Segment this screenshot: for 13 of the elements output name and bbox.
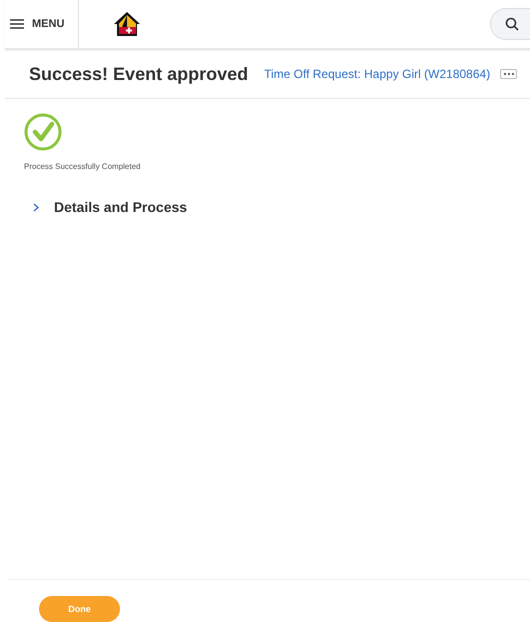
search-button[interactable] bbox=[490, 8, 530, 40]
status-text: Process Successfully Completed bbox=[24, 162, 142, 171]
page-title: Success! Event approved bbox=[29, 64, 248, 84]
house-logo-icon[interactable] bbox=[112, 10, 142, 38]
details-toggle[interactable]: Details and Process bbox=[24, 199, 188, 215]
search-icon bbox=[505, 17, 519, 31]
request-link[interactable]: Time Off Request: Happy Girl (W2180864) bbox=[264, 67, 490, 81]
menu-icon bbox=[10, 19, 24, 29]
more-button[interactable] bbox=[500, 69, 518, 79]
menu-button[interactable]: MENU bbox=[5, 0, 78, 48]
success-check-icon bbox=[24, 113, 62, 151]
chevron-icon bbox=[33, 202, 39, 212]
more-icon bbox=[502, 72, 515, 76]
